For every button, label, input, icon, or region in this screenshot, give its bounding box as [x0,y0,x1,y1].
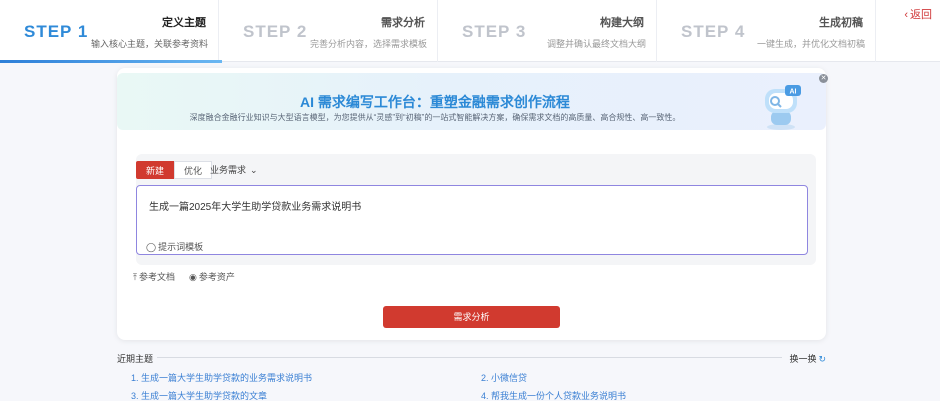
reference-doc-label: 参考文档 [138,272,175,282]
step-3[interactable]: STEP 3 构建大纲 调整并确认最终文档大纲 [438,0,657,62]
reference-asset-label: 参考资产 [198,272,235,282]
tab-new[interactable]: 新建 [136,161,175,179]
chevron-down-icon: ⌄ [250,165,258,175]
step-subtitle: 一键生成，并优化文档初稿 [756,39,865,49]
divider [157,357,782,358]
back-label: 返回 [910,9,932,21]
category-select[interactable]: 业务需求 ⌄ [210,161,258,179]
robot-badge-text: AI [790,89,797,96]
step-title: 生成初稿 [819,17,863,29]
prompt-text: 生成一篇2025年大学生助学贷款业务需求说明书 [149,202,362,213]
refresh-label: 换一换 [789,354,817,364]
recent-topic-item[interactable]: 3. 生成一篇大学生助学贷款的文章 [131,389,267,401]
chevron-left-icon: ‹ [904,9,908,21]
prompt-template-button[interactable]: ◯ 提示词模板 [146,240,203,253]
step-number: STEP 3 [462,22,527,41]
reference-asset-button[interactable]: ◉ 参考资产 [189,270,235,283]
reference-links: ⤒ 参考文档 ◉ 参考资产 [133,270,235,283]
tab-optimize[interactable]: 优化 [174,161,213,179]
recent-topic-item[interactable]: 2. 小微信贷 [481,371,527,384]
step-1[interactable]: STEP 1 定义主题 输入核心主题，关联参考资料 [0,0,222,63]
refresh-button[interactable]: 换一换 ↻ [789,352,826,365]
category-value: 业务需求 [210,165,247,175]
play-circle-icon: ◉ [189,272,197,282]
refresh-icon: ↻ [818,354,826,364]
banner-subtitle: 深度融合金融行业知识与大型语言模型，为您提供从“灵感”到“初稿”的一站式智能解决… [189,113,681,122]
ai-robot-icon: AI [765,85,801,130]
step-number: STEP 2 [243,22,308,41]
step-title: 构建大纲 [600,17,644,29]
steps-header: STEP 1 定义主题 输入核心主题，关联参考资料 STEP 2 需求分析 完善… [0,0,940,63]
template-icon: ◯ [146,242,157,252]
step-title: 定义主题 [162,17,206,29]
analyze-button[interactable]: 需求分析 [383,306,560,328]
step-subtitle: 调整并确认最终文档大纲 [546,39,646,49]
recent-topic-item[interactable]: 1. 生成一篇大学生助学贷款的业务需求说明书 [131,371,312,384]
step-number: STEP 4 [681,22,746,41]
step-subtitle: 输入核心主题，关联参考资料 [90,39,208,49]
template-label: 提示词模板 [158,242,204,252]
editor-panel: 新建 优化 业务需求 ⌄ 生成一篇2025年大学生助学贷款业务需求说明书 ◯ 提示词… [136,154,816,265]
banner-title: AI 需求编写工作台：重塑金融需求创作流程 [300,94,570,110]
prompt-input[interactable]: 生成一篇2025年大学生助学贷款业务需求说明书 ◯ 提示词模板 [136,185,808,255]
step-number: STEP 1 [24,22,89,41]
step-subtitle: 完善分析内容，选择需求模板 [309,39,427,49]
main-card: AI 需求编写工作台：重塑金融需求创作流程 深度融合金融行业知识与大型语言模型，… [117,68,828,340]
intro-banner: AI 需求编写工作台：重塑金融需求创作流程 深度融合金融行业知识与大型语言模型，… [117,73,826,130]
step-2[interactable]: STEP 2 需求分析 完善分析内容，选择需求模板 [219,0,438,62]
step-4[interactable]: STEP 4 生成初稿 一键生成，并优化文档初稿 [657,0,876,62]
recent-topic-item[interactable]: 4. 帮我生成一份个人贷款业务说明书 [481,389,626,401]
close-banner-icon[interactable]: ✕ [819,74,828,83]
recent-topics-header: 近期主题 换一换 ↻ [117,352,826,364]
reference-doc-button[interactable]: ⤒ 参考文档 [133,270,175,283]
step-title: 需求分析 [381,17,425,29]
recent-topics-label: 近期主题 [117,354,154,364]
back-button[interactable]: ‹ 返回 [904,6,932,22]
active-step-indicator [0,60,222,63]
upload-icon: ⤒ [133,272,137,282]
mode-tabs: 新建 优化 [136,161,213,179]
